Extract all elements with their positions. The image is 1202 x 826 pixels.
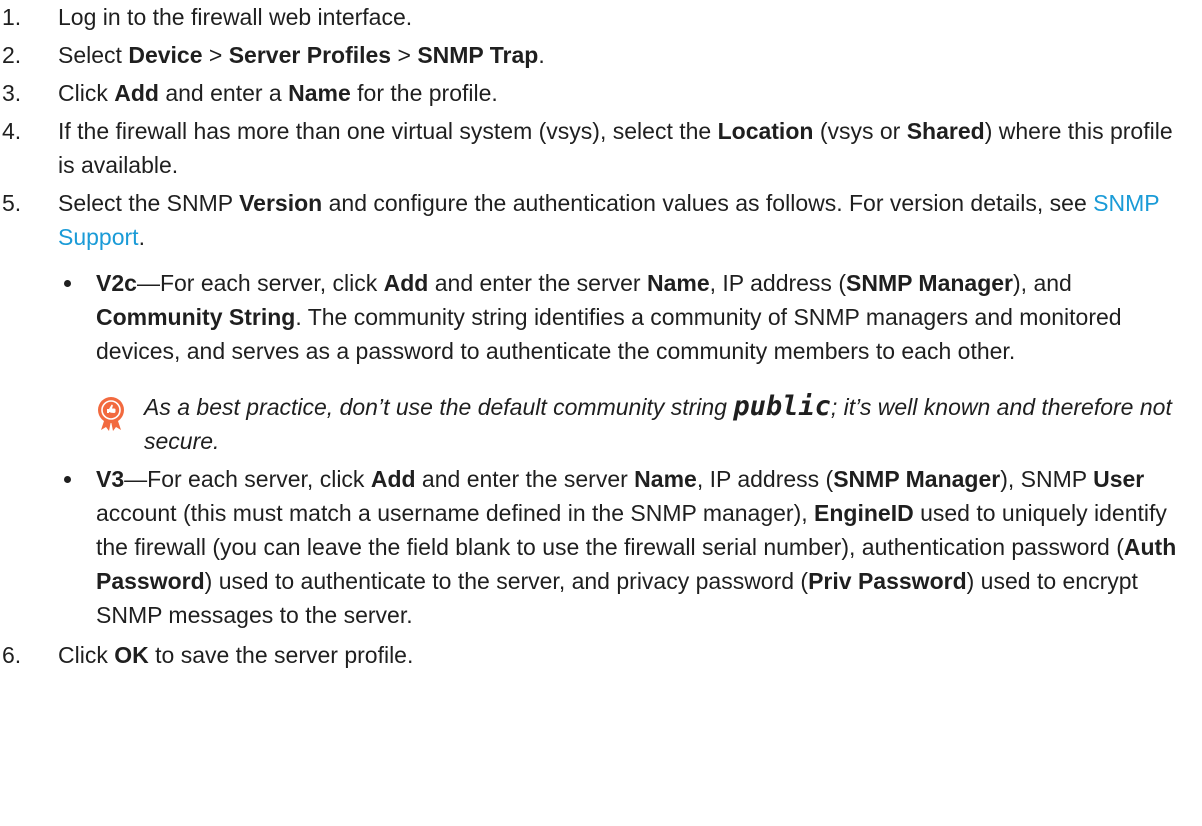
bold-term: Shared xyxy=(906,118,985,144)
text-run: for the profile. xyxy=(350,80,498,106)
text-run: and enter the server xyxy=(415,466,635,492)
bold-term: Server Profiles xyxy=(228,42,392,68)
text-run: . xyxy=(538,42,545,68)
step-number: 5. xyxy=(2,190,22,216)
text-run: Click xyxy=(58,642,115,668)
text-run: and enter the server xyxy=(428,270,647,296)
bold-term: EngineID xyxy=(814,500,914,526)
bold-term: User xyxy=(1093,466,1145,492)
text-run: > xyxy=(391,42,418,68)
text-run: Log in to the firewall web interface. xyxy=(58,4,413,30)
text-run: Select the SNMP xyxy=(58,190,240,216)
bold-term: Name xyxy=(646,270,710,296)
text-run: As a best practice, don’t use the defaul… xyxy=(144,394,734,420)
bold-term: V2c xyxy=(96,270,137,296)
bold-term: OK xyxy=(114,642,149,668)
step-6: 6. Click OK to save the server profile. xyxy=(0,638,1186,672)
step-1: 1. Log in to the firewall web interface. xyxy=(0,0,1186,34)
step-text: Select Device > Server Profiles > SNMP T… xyxy=(58,42,545,68)
text-run: ), and xyxy=(1013,270,1072,296)
text-run: ), SNMP xyxy=(1000,466,1094,492)
step-5: 5. Select the SNMP Version and configure… xyxy=(0,186,1186,632)
text-run: Select xyxy=(58,42,129,68)
step-text: Click OK to save the server profile. xyxy=(58,642,413,668)
text-run: to save the server profile. xyxy=(148,642,414,668)
bold-term: Version xyxy=(239,190,323,216)
step-number: 4. xyxy=(2,118,22,144)
text-run: > xyxy=(202,42,229,68)
bullet-text: V2c—For each server, click Add and enter… xyxy=(96,270,1122,364)
step-text: If the firewall has more than one virtua… xyxy=(58,118,1173,178)
bold-term: Name xyxy=(288,80,351,106)
text-run: , IP address ( xyxy=(696,466,834,492)
step-number: 3. xyxy=(2,80,22,106)
step-text: Select the SNMP Version and configure th… xyxy=(58,190,1159,250)
text-run: Click xyxy=(58,80,115,106)
list-item-v3: V3—For each server, click Add and enter … xyxy=(58,462,1186,632)
bold-term: V3 xyxy=(96,466,125,492)
bold-term: Community String xyxy=(96,304,296,330)
bold-term: SNMP Trap xyxy=(417,42,539,68)
best-practice-note: As a best practice, don’t use the defaul… xyxy=(96,390,1186,458)
version-options-list: V2c—For each server, click Add and enter… xyxy=(0,266,1186,632)
text-run: —For each server, click xyxy=(124,466,371,492)
step-3: 3. Click Add and enter a Name for the pr… xyxy=(0,76,1186,110)
list-item-v2c: V2c—For each server, click Add and enter… xyxy=(58,266,1186,368)
text-run: account (this must match a username defi… xyxy=(96,500,815,526)
step-4: 4. If the firewall has more than one vir… xyxy=(0,114,1186,182)
best-practice-ribbon-icon xyxy=(98,397,124,431)
text-run: (vsys or xyxy=(813,118,907,144)
step-number: 1. xyxy=(2,4,22,30)
bullet-icon xyxy=(64,280,71,287)
note-text: As a best practice, don’t use the defaul… xyxy=(144,391,1172,454)
procedure-document: 1. Log in to the firewall web interface.… xyxy=(0,0,1202,672)
bullet-text: V3—For each server, click Add and enter … xyxy=(96,466,1176,628)
bold-term: Add xyxy=(370,466,416,492)
text-run: ) used to authenticate to the server, an… xyxy=(204,568,809,594)
step-text: Log in to the firewall web interface. xyxy=(58,4,412,30)
text-run: and configure the authentication values … xyxy=(322,190,1094,216)
text-run: —For each server, click xyxy=(136,270,384,296)
bullet-icon xyxy=(64,476,71,483)
bold-term: Add xyxy=(114,80,159,106)
bold-term: Location xyxy=(717,118,814,144)
bold-term: Priv Password xyxy=(808,568,967,594)
step-number: 6. xyxy=(2,642,22,668)
bold-term: Device xyxy=(128,42,203,68)
step-2: 2. Select Device > Server Profiles > SNM… xyxy=(0,38,1186,72)
bold-term: SNMP Manager xyxy=(846,270,1014,296)
text-run: . xyxy=(138,224,145,250)
code-term: public xyxy=(733,391,831,422)
bold-term: Add xyxy=(383,270,429,296)
step-text: Click Add and enter a Name for the profi… xyxy=(58,80,498,106)
bold-term: Name xyxy=(634,466,697,492)
text-run: and enter a xyxy=(158,80,289,106)
step-number: 2. xyxy=(2,42,22,68)
text-run: , IP address ( xyxy=(709,270,846,296)
text-run: If the firewall has more than one virtua… xyxy=(58,118,718,144)
bold-term: SNMP Manager xyxy=(833,466,1001,492)
